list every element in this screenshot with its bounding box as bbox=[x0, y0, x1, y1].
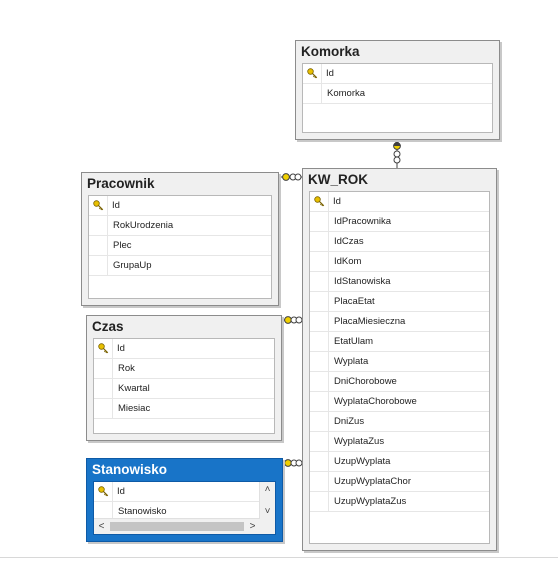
column-row[interactable]: Id bbox=[89, 196, 271, 216]
table-title[interactable]: KW_ROK bbox=[303, 169, 496, 189]
one-end-icon bbox=[284, 316, 292, 324]
table-pracownik[interactable]: Pracownik Id RokUrodzenia Plec GrupaUp bbox=[81, 172, 279, 306]
column-name: Komorka bbox=[327, 88, 366, 99]
column-name: UzupWyplataChor bbox=[334, 476, 412, 487]
column-row[interactable]: Id bbox=[94, 482, 260, 502]
column-name: Plec bbox=[113, 240, 132, 251]
column-row[interactable]: Id bbox=[303, 64, 492, 84]
column-row[interactable]: Komorka bbox=[303, 84, 492, 104]
column-row[interactable]: Id bbox=[94, 339, 274, 359]
table-komorka[interactable]: Komorka Id Komorka bbox=[295, 40, 500, 140]
column-name: GrupaUp bbox=[113, 260, 152, 271]
one-end-icon bbox=[282, 173, 290, 181]
column-row[interactable]: UzupWyplataChor bbox=[310, 472, 489, 492]
column-name: RokUrodzenia bbox=[113, 220, 174, 231]
key-icon bbox=[307, 68, 318, 79]
column-name: DniChorobowe bbox=[334, 376, 397, 387]
column-list: Id IdPracownika IdCzas IdKom IdStanowisk… bbox=[309, 191, 490, 544]
key-icon bbox=[98, 343, 109, 354]
scroll-thumb[interactable] bbox=[110, 522, 244, 531]
column-row[interactable]: Plec bbox=[89, 236, 271, 256]
scroll-corner bbox=[260, 519, 275, 534]
table-title[interactable]: Komorka bbox=[296, 41, 499, 61]
column-name: IdCzas bbox=[334, 236, 364, 247]
column-row[interactable]: PlacaEtat bbox=[310, 292, 489, 312]
scroll-up-icon[interactable]: ˄ bbox=[260, 482, 275, 497]
column-name: Wyplata bbox=[334, 356, 369, 367]
column-name: EtatUlam bbox=[334, 336, 374, 347]
column-name: Id bbox=[117, 486, 125, 497]
diagram-canvas[interactable]: Komorka Id Komorka Pracownik Id RokUrodz… bbox=[0, 0, 558, 562]
column-row[interactable]: IdStanowiska bbox=[310, 272, 489, 292]
column-name: PlacaEtat bbox=[334, 296, 375, 307]
column-name: IdPracownika bbox=[334, 216, 392, 227]
column-row[interactable]: Id bbox=[310, 192, 489, 212]
column-row[interactable]: PlacaMiesieczna bbox=[310, 312, 489, 332]
column-name: WyplataChorobowe bbox=[334, 396, 417, 407]
column-row[interactable]: Rok bbox=[94, 359, 274, 379]
table-title[interactable]: Pracownik bbox=[82, 173, 278, 193]
table-title[interactable]: Czas bbox=[87, 316, 281, 336]
column-name: Rok bbox=[118, 363, 135, 374]
table-czas[interactable]: Czas Id Rok Kwartal Miesiac bbox=[86, 315, 282, 441]
column-row[interactable]: IdKom bbox=[310, 252, 489, 272]
column-list: Id RokUrodzenia Plec GrupaUp bbox=[88, 195, 272, 299]
column-name: Miesiac bbox=[118, 403, 151, 414]
one-end-icon bbox=[284, 459, 292, 467]
column-name: Id bbox=[333, 196, 341, 207]
bottom-divider bbox=[0, 557, 558, 558]
column-name: Kwartal bbox=[118, 383, 150, 394]
column-row[interactable]: EtatUlam bbox=[310, 332, 489, 352]
column-list: Id Komorka bbox=[302, 63, 493, 133]
column-row[interactable]: GrupaUp bbox=[89, 256, 271, 276]
column-name: IdKom bbox=[334, 256, 362, 267]
column-row[interactable]: WyplataChorobowe bbox=[310, 392, 489, 412]
table-kw-rok[interactable]: KW_ROK Id IdPracownika IdCzas IdKom IdSt… bbox=[302, 168, 497, 551]
column-name: Id bbox=[326, 68, 334, 79]
scroll-left-icon[interactable]: < bbox=[94, 519, 109, 534]
column-name: WyplataZus bbox=[334, 436, 385, 447]
column-list: Id Stanowisko ˄ ˅ < > bbox=[93, 481, 276, 535]
column-name: Id bbox=[117, 343, 125, 354]
infinity-end-icon bbox=[393, 150, 401, 158]
key-end-icon bbox=[393, 140, 401, 146]
column-row[interactable]: Miesiac bbox=[94, 399, 274, 419]
column-list: Id Rok Kwartal Miesiac bbox=[93, 338, 275, 434]
column-name: UzupWyplataZus bbox=[334, 496, 407, 507]
column-row[interactable]: UzupWyplataZus bbox=[310, 492, 489, 512]
horizontal-scrollbar[interactable]: < > bbox=[94, 518, 260, 534]
scroll-right-icon[interactable]: > bbox=[245, 519, 260, 534]
column-name: UzupWyplata bbox=[334, 456, 391, 467]
key-icon bbox=[98, 486, 109, 497]
column-row[interactable]: RokUrodzenia bbox=[89, 216, 271, 236]
column-row[interactable]: UzupWyplata bbox=[310, 452, 489, 472]
column-row[interactable]: IdCzas bbox=[310, 232, 489, 252]
column-row[interactable]: DniZus bbox=[310, 412, 489, 432]
column-row[interactable]: IdPracownika bbox=[310, 212, 489, 232]
column-row[interactable]: Kwartal bbox=[94, 379, 274, 399]
table-title[interactable]: Stanowisko bbox=[87, 459, 282, 479]
key-icon bbox=[314, 196, 325, 207]
column-name: DniZus bbox=[334, 416, 365, 427]
column-row[interactable]: DniChorobowe bbox=[310, 372, 489, 392]
key-icon bbox=[93, 200, 104, 211]
column-row[interactable]: Wyplata bbox=[310, 352, 489, 372]
scroll-down-icon[interactable]: ˅ bbox=[260, 504, 275, 519]
column-name: PlacaMiesieczna bbox=[334, 316, 406, 327]
table-stanowisko[interactable]: Stanowisko Id Stanowisko ˄ ˅ < > bbox=[86, 458, 283, 542]
vertical-scrollbar[interactable]: ˄ ˅ bbox=[259, 482, 275, 519]
column-name: IdStanowiska bbox=[334, 276, 391, 287]
column-row[interactable]: WyplataZus bbox=[310, 432, 489, 452]
column-name: Id bbox=[112, 200, 120, 211]
